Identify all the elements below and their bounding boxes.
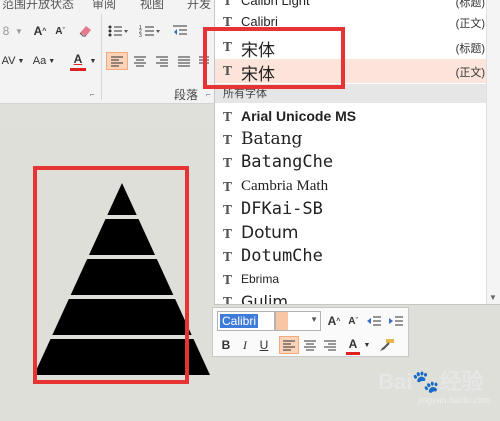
mini-toolbar: Calibri ▼ A ^ Aˇ B I U A ▼ xyxy=(212,307,409,357)
paragraph-group-launcher-icon[interactable]: ⌐ xyxy=(206,90,211,99)
mini-italic-button[interactable]: I xyxy=(237,336,253,354)
change-case-icon[interactable]: Aa ▼ xyxy=(30,52,58,70)
tab-developer[interactable]: 开发 xyxy=(187,0,211,10)
tab-review[interactable]: 审阅 xyxy=(92,0,116,10)
font-item-gulim[interactable]: T Gulim xyxy=(215,291,487,305)
font-item-dotumche[interactable]: T DotumChe xyxy=(215,246,487,268)
font-list-scrollbar[interactable]: ▼ xyxy=(486,0,500,304)
mini-font-color-button[interactable]: A xyxy=(345,335,361,353)
font-item-batangche[interactable]: T BatangChe xyxy=(215,152,487,174)
scroll-down-icon[interactable]: ▼ xyxy=(488,293,498,303)
truetype-icon: T xyxy=(223,295,232,305)
mini-align-center-button[interactable] xyxy=(301,336,319,354)
font-item-cambria-math[interactable]: T Cambria Math xyxy=(215,176,487,198)
mini-font-size-dropdown-icon[interactable]: ▼ xyxy=(310,315,318,324)
font-size-highlight xyxy=(276,312,288,330)
font-size-dropdown-icon[interactable]: ▼ xyxy=(12,22,26,40)
font-item-dfkai[interactable]: T DFKai-SB xyxy=(215,199,487,221)
justify-button[interactable] xyxy=(174,52,194,70)
align-left-button[interactable] xyxy=(106,52,128,70)
svg-text:3: 3 xyxy=(139,33,142,38)
truetype-icon: T xyxy=(223,133,232,147)
font-group-launcher-icon[interactable]: ⌐ xyxy=(90,90,95,99)
align-right-button[interactable] xyxy=(152,52,172,70)
font-item-dotum[interactable]: T Dotum xyxy=(215,223,487,245)
bullets-icon[interactable] xyxy=(106,22,130,40)
font-color-icon[interactable]: A xyxy=(68,50,88,68)
numbering-icon[interactable]: 123 xyxy=(138,22,162,40)
mini-underline-button[interactable]: U xyxy=(256,336,272,354)
mini-font-size-field[interactable]: ▼ xyxy=(275,311,321,331)
highlight-frame-pyramid xyxy=(33,166,189,384)
clear-format-icon[interactable] xyxy=(76,22,96,40)
font-color-dropdown-icon[interactable]: ▼ xyxy=(88,52,98,70)
truetype-icon: T xyxy=(223,110,232,124)
mini-shrink-font-icon[interactable]: Aˇ xyxy=(344,312,362,330)
truetype-icon: T xyxy=(223,227,232,241)
mini-align-right-button[interactable] xyxy=(321,336,339,354)
group-separator xyxy=(101,14,102,100)
mini-increase-indent-icon[interactable] xyxy=(387,312,405,330)
truetype-icon: T xyxy=(223,156,232,170)
baidu-watermark-logo: Bai🐾经验 xyxy=(378,369,484,394)
tab-view[interactable]: 视图 xyxy=(140,0,164,10)
mini-font-color-dropdown-icon[interactable]: ▼ xyxy=(362,336,372,354)
font-color-swatch xyxy=(70,68,86,71)
highlight-frame-songti xyxy=(203,27,345,89)
truetype-icon: T xyxy=(223,273,232,287)
mini-grow-font-icon[interactable]: A ^ xyxy=(325,312,343,330)
align-center-button[interactable] xyxy=(130,52,150,70)
font-item-calibri-light[interactable]: T Calibri Light (标题) xyxy=(215,0,487,11)
shrink-font-icon[interactable]: Aˇ xyxy=(52,22,68,40)
font-item-batang[interactable]: T Batang xyxy=(215,129,487,151)
mini-decrease-indent-icon[interactable] xyxy=(365,312,383,330)
truetype-icon: T xyxy=(223,203,232,217)
char-spacing-icon[interactable]: AV ▼ xyxy=(0,52,26,70)
truetype-icon: T xyxy=(223,180,232,194)
tab-slideshow[interactable]: 范围开放状态 xyxy=(2,0,74,10)
truetype-icon: T xyxy=(223,0,232,8)
font-item-ebrima[interactable]: T Ebrima xyxy=(215,270,487,290)
font-size-value[interactable]: 8 xyxy=(0,22,12,40)
mini-align-left-button[interactable] xyxy=(279,336,299,354)
decrease-indent-icon[interactable] xyxy=(170,22,190,40)
mini-font-color-swatch xyxy=(346,352,360,355)
mini-font-name-field[interactable]: Calibri xyxy=(217,311,275,331)
mini-bold-button[interactable]: B xyxy=(217,336,235,354)
paragraph-group-label: 段落 xyxy=(174,88,199,102)
truetype-icon: T xyxy=(223,250,232,264)
font-item-arial-unicode[interactable]: T Arial Unicode MS xyxy=(215,106,487,128)
baidu-watermark-url: jingyan.baidu.com xyxy=(418,395,491,405)
format-painter-icon[interactable] xyxy=(377,336,397,354)
grow-font-icon[interactable]: A ^ xyxy=(32,22,48,40)
